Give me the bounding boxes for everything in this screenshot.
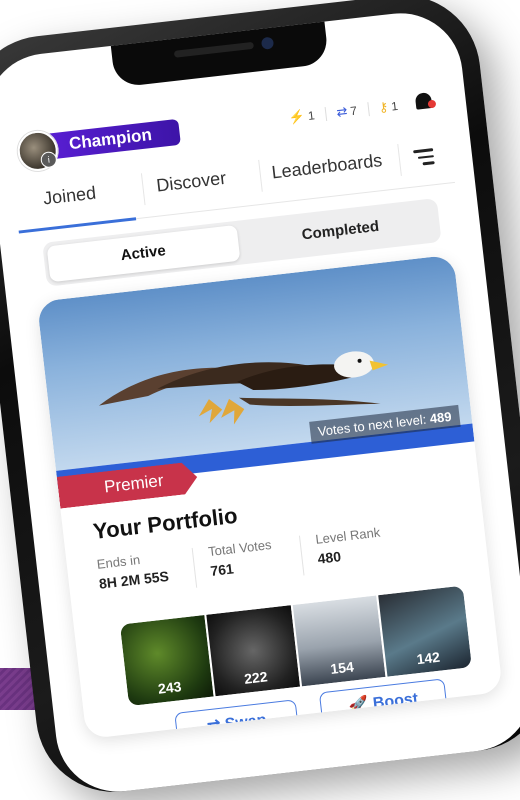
swap-count: 7 (349, 103, 358, 119)
swap-button[interactable]: ⇄ Swap (174, 699, 300, 740)
divider (397, 144, 402, 176)
thumbnail-car[interactable]: 142 (378, 585, 472, 677)
divider (140, 173, 146, 206)
boost-label: Boost (372, 690, 420, 713)
front-camera (260, 36, 274, 50)
thumbnail-rocks[interactable]: 222 (206, 605, 302, 697)
divider (298, 535, 305, 576)
phone: Champion i ⚡ 1 ⇄ 7 ⚷ 1 Joined Discover L… (0, 0, 520, 800)
active-tab-indicator (18, 217, 137, 234)
bolt-counter[interactable]: ⚡ 1 (288, 106, 328, 126)
notification-dot (427, 99, 437, 109)
divider (367, 102, 370, 117)
boost-button[interactable]: 🚀 Boost (318, 678, 449, 729)
notifications-bell-icon[interactable] (412, 90, 437, 114)
thumbnail-road[interactable]: 154 (292, 595, 388, 687)
bolt-count: 1 (307, 108, 316, 124)
stat-level-rank: Level Rank 480 (314, 524, 381, 567)
key-count: 1 (390, 98, 399, 114)
swap-counter[interactable]: ⇄ 7 (336, 101, 370, 121)
counters: ⚡ 1 ⇄ 7 ⚷ 1 (288, 98, 399, 126)
thumbnail-leaf[interactable]: 243 (119, 614, 216, 707)
stat-ends-in: Ends in 8H 2M 55S (96, 551, 170, 592)
votes-value: 489 (429, 408, 453, 427)
key-icon: ⚷ (377, 98, 390, 115)
divider (191, 547, 198, 588)
champion-label: Champion (68, 124, 153, 154)
swap-icon: ⇄ (335, 103, 349, 120)
speaker (173, 41, 254, 58)
key-counter[interactable]: ⚷ 1 (378, 98, 399, 116)
stat-total-votes: Total Votes 761 (207, 537, 273, 580)
portfolio-title: Your Portfolio (91, 502, 239, 544)
boost-count-pill: ⚷ 1X (409, 704, 450, 729)
rocket-icon: 🚀 (347, 696, 370, 716)
phone-screen: Champion i ⚡ 1 ⇄ 7 ⚷ 1 Joined Discover L… (0, 6, 520, 799)
divider (324, 107, 328, 122)
divider (258, 159, 263, 192)
segment-active[interactable]: Active (46, 224, 241, 283)
bolt-icon: ⚡ (288, 108, 306, 126)
tab-leaderboards[interactable]: Leaderboards (271, 150, 384, 183)
contest-card[interactable]: Votes to next level: 489 Premier Your Po… (36, 254, 503, 740)
filter-menu-icon[interactable] (413, 148, 435, 170)
swap-icon: ⇄ (206, 716, 222, 736)
key-icon: ⚷ (416, 710, 427, 724)
tab-joined[interactable]: Joined (42, 183, 97, 210)
segment-completed[interactable]: Completed (244, 202, 437, 259)
swap-label: Swap (223, 711, 268, 734)
tab-discover[interactable]: Discover (155, 168, 227, 197)
